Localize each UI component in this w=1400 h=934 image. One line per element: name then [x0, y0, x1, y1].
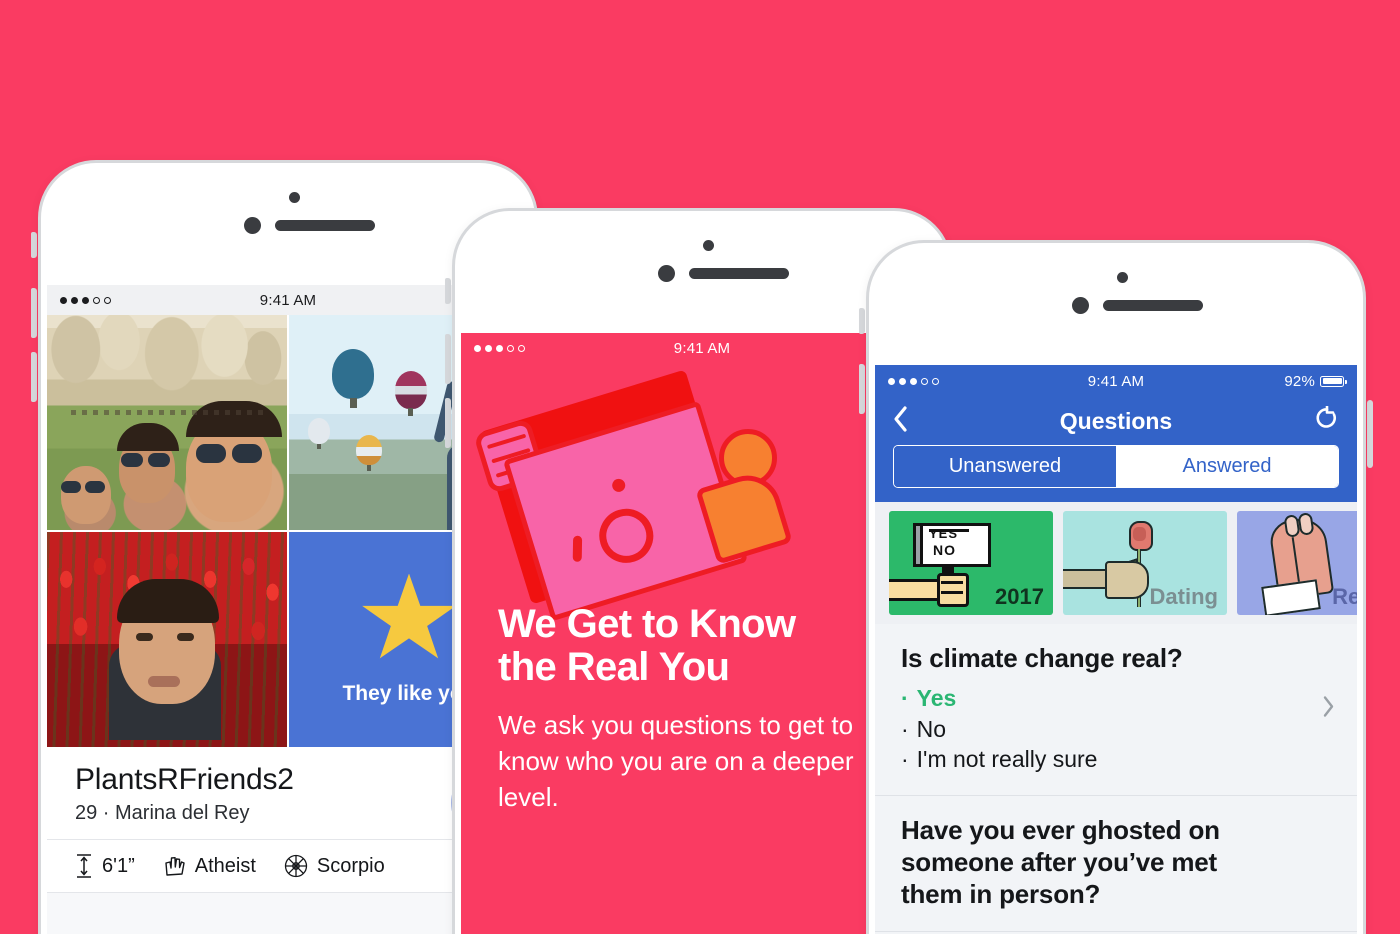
question-item[interactable]: Have you ever ghosted on someone after y…	[875, 796, 1357, 932]
questions-list: Is climate change real? · Yes · No · I'm no…	[875, 624, 1357, 932]
question-title: Have you ever ghosted on someone after y…	[901, 814, 1220, 910]
profile-username: PlantsRFriends2	[75, 763, 294, 796]
battery-icon	[1320, 375, 1347, 387]
camera-icon	[244, 217, 261, 234]
bullet-icon: ·	[901, 715, 909, 742]
questions-filter-tabs: Unanswered Answered	[875, 445, 1357, 502]
badge-height: 6'1”	[75, 853, 135, 879]
star-icon	[362, 573, 456, 659]
screenshot-canvas: 9:41 AM 9	[0, 0, 1400, 934]
badge-religion-label: Atheist	[194, 854, 256, 877]
category-label-religion: Religi	[1332, 584, 1357, 609]
question-option: · No	[901, 714, 1331, 745]
category-label-dating: Dating	[1149, 584, 1218, 609]
power-button[interactable]	[1367, 400, 1373, 468]
badge-zodiac-label: Scorpio	[316, 854, 385, 877]
sensor-dot-icon	[703, 240, 714, 251]
camera-icon	[658, 265, 675, 282]
mute-switch[interactable]	[445, 278, 451, 304]
badge-zodiac: Scorpio	[284, 854, 385, 878]
bullet-icon: ·	[901, 685, 909, 712]
chevron-right-icon[interactable]	[1322, 696, 1335, 723]
battery-indicator: 92%	[1284, 372, 1347, 390]
chevron-left-icon[interactable]	[893, 405, 909, 438]
photo-tulip-field-selfie[interactable]	[47, 532, 287, 747]
phone-body: 9:41 AM 92% Questions Unanswered Answere…	[866, 240, 1366, 934]
headline-line-2: the Real You	[498, 644, 730, 689]
battery-percent: 92%	[1284, 372, 1315, 390]
camera-icon	[1072, 297, 1089, 314]
signal-dots-icon	[888, 377, 939, 385]
category-card-2017[interactable]: YES NO 2017	[889, 511, 1053, 615]
signal-dots-icon	[60, 296, 111, 304]
category-card-dating[interactable]: Dating	[1063, 511, 1227, 615]
hand-icon	[163, 854, 186, 878]
page-title: Questions	[1059, 407, 1173, 434]
phone-right-questions: 9:41 AM 92% Questions Unanswered Answere…	[859, 240, 1373, 934]
category-carousel[interactable]: YES NO 2017 Dating R	[875, 502, 1357, 624]
question-item[interactable]: Is climate change real? · Yes · No · I'm no…	[875, 624, 1357, 796]
bullet-icon: ·	[901, 746, 909, 773]
profile-age-location: 29 · Marina del Rey	[75, 802, 250, 824]
sensor-dot-icon	[1117, 272, 1128, 283]
question-option-label: I'm not really sure	[916, 746, 1098, 773]
tab-unanswered[interactable]: Unanswered	[894, 446, 1116, 487]
photo-cappadocia-selfie[interactable]	[47, 315, 287, 530]
question-option-label: Yes	[916, 685, 957, 712]
status-bar: 9:41 AM 92%	[875, 365, 1357, 397]
question-options: · Yes · No · I'm not really sure	[901, 683, 1331, 775]
volume-down-button[interactable]	[31, 352, 37, 402]
volume-up-button[interactable]	[31, 288, 37, 338]
speaker-grille	[1103, 300, 1203, 311]
category-label-2017: 2017	[995, 584, 1044, 609]
volume-up-button[interactable]	[859, 364, 865, 414]
signal-dots-icon	[474, 344, 525, 352]
phone3-screen: 9:41 AM 92% Questions Unanswered Answere…	[875, 365, 1357, 934]
volume-down-button[interactable]	[445, 398, 451, 448]
category-card-religion[interactable]: Religi	[1237, 511, 1357, 615]
mute-switch[interactable]	[859, 308, 865, 334]
badge-height-label: 6'1”	[102, 854, 135, 877]
question-option: · Yes	[901, 683, 1331, 714]
zodiac-wheel-icon	[284, 854, 308, 878]
refresh-icon[interactable]	[1315, 404, 1339, 437]
question-option: · I'm not really sure	[901, 744, 1331, 775]
height-arrow-icon	[75, 853, 93, 879]
speaker-grille	[275, 220, 375, 231]
volume-up-button[interactable]	[445, 334, 451, 384]
onboarding-body-text: We ask you questions to get to know who …	[498, 708, 928, 816]
mute-switch[interactable]	[31, 232, 37, 258]
questions-navbar: Questions	[875, 397, 1357, 445]
badge-religion: Atheist	[163, 854, 256, 878]
onboarding-body-copy: We ask you questions to get to know who …	[498, 710, 854, 812]
headline-line-1: We Get to Know	[498, 602, 796, 646]
onboarding-headline: We Get to Know the Real You	[498, 603, 796, 689]
question-option-label: No	[916, 715, 947, 742]
cards-with-face-illustration	[473, 369, 793, 622]
speaker-grille	[689, 268, 789, 279]
sensor-dot-icon	[289, 192, 300, 203]
question-title: Is climate change real?	[901, 643, 1183, 673]
tab-answered[interactable]: Answered	[1116, 446, 1338, 487]
